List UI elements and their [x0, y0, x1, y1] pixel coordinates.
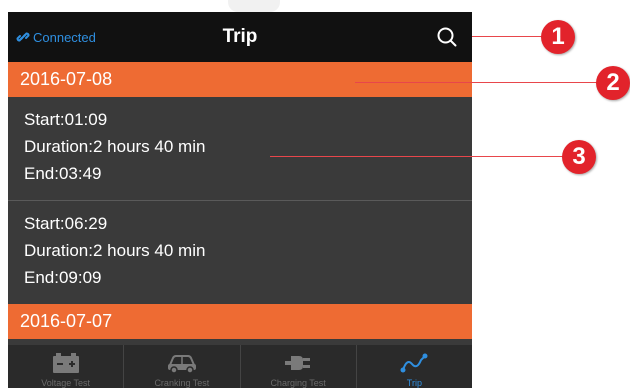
trip-start: Start:06:29 [24, 214, 108, 233]
tab-label: Cranking Test [154, 378, 210, 388]
tab-trip[interactable]: Trip [357, 345, 472, 388]
date-header: 2016-07-08 [8, 62, 472, 97]
callout-line [270, 156, 563, 157]
callout-badge: 2 [596, 66, 630, 100]
nav-bar: Connected Trip [8, 12, 472, 62]
callout-badge: 1 [541, 20, 575, 54]
tab-label: Trip [406, 378, 422, 388]
charger-plug-icon [285, 356, 311, 370]
tab-label: Voltage Test [41, 378, 91, 388]
top-notch [228, 0, 280, 12]
trip-duration: Duration:2 hours 40 min [24, 241, 206, 260]
trip-item[interactable]: Start:06:29 Duration:2 hours 40 min End:… [8, 201, 472, 304]
car-icon [167, 355, 196, 373]
trip-item[interactable]: Start:01:09 Duration:2 hours 40 min End:… [8, 97, 472, 200]
tab-bar: Voltage Test Cranking Test Charging Test… [8, 345, 472, 388]
page-title: Trip [222, 26, 258, 47]
tab-charging-test[interactable]: Charging Test [241, 345, 357, 388]
tab-cranking-test[interactable]: Cranking Test [124, 345, 241, 388]
search-icon [437, 27, 457, 47]
tab-label: Charging Test [270, 378, 326, 388]
tab-voltage-test[interactable]: Voltage Test [8, 345, 125, 388]
search-button[interactable] [436, 26, 458, 48]
callout-badge: 3 [562, 140, 596, 174]
battery-icon [52, 353, 79, 373]
trip-route-icon [400, 353, 428, 373]
trip-end: End:09:09 [24, 268, 102, 287]
app-screen: Connected Trip 2016-07-08 Start:01:09 Du… [8, 12, 472, 388]
date-header: 2016-07-07 [8, 304, 472, 339]
trip-end: End:03:49 [24, 164, 102, 183]
trip-start: Start:01:09 [24, 110, 108, 129]
callout-line [355, 82, 598, 83]
callout-line [472, 36, 542, 37]
